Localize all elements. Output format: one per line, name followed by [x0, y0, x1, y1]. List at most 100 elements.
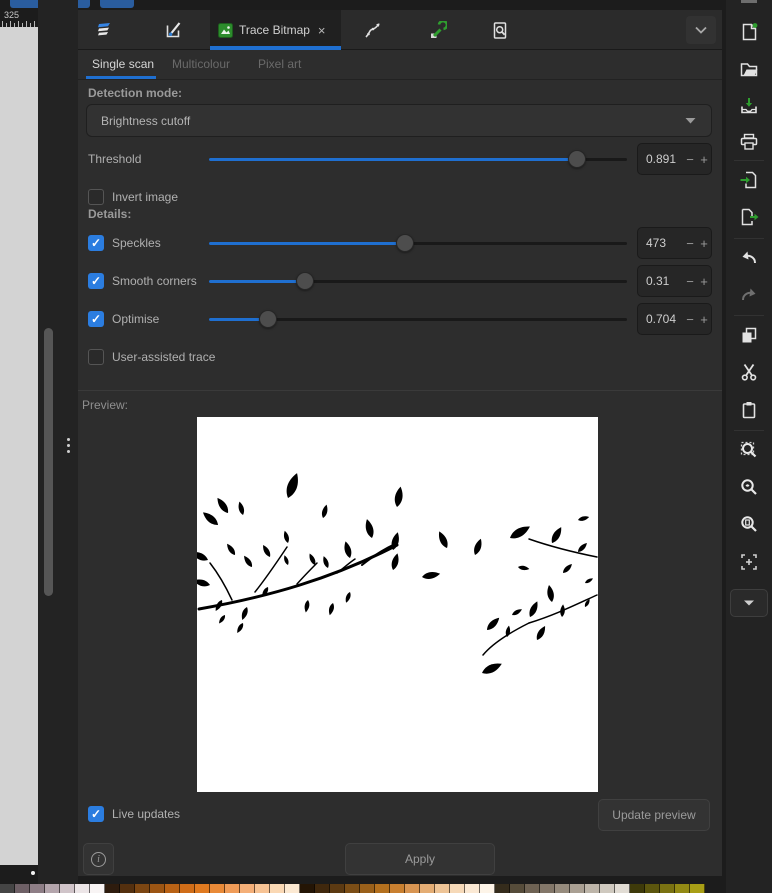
palette-swatch[interactable] — [225, 884, 240, 893]
palette-swatch[interactable] — [600, 884, 615, 893]
decrement-button[interactable]: − — [683, 274, 697, 289]
palette-swatch[interactable] — [645, 884, 660, 893]
dock-tab-overflow-button[interactable] — [686, 16, 716, 44]
palette-swatch[interactable] — [150, 884, 165, 893]
decrement-button[interactable]: − — [683, 236, 697, 251]
duplicate-icon[interactable] — [739, 325, 759, 345]
palette-swatch[interactable] — [330, 884, 345, 893]
update-preview-button[interactable]: Update preview — [598, 799, 710, 831]
palette-swatch[interactable] — [270, 884, 285, 893]
palette-swatch[interactable] — [135, 884, 150, 893]
toolbar-overflow-button[interactable] — [730, 589, 768, 617]
tab-path-effects[interactable] — [340, 10, 404, 50]
user-assisted-checkbox[interactable]: ✓ — [88, 349, 104, 365]
palette-swatch[interactable] — [30, 884, 45, 893]
palette-swatch[interactable] — [480, 884, 495, 893]
palette-swatch[interactable] — [465, 884, 480, 893]
redo-icon[interactable] — [739, 285, 759, 305]
slider-thumb[interactable] — [258, 310, 277, 328]
smooth-corners-checkbox[interactable]: ✓ — [88, 273, 104, 289]
palette-swatch[interactable] — [375, 884, 390, 893]
palette-swatch[interactable] — [300, 884, 315, 893]
smooth-corners-slider[interactable] — [209, 265, 627, 297]
palette-swatch[interactable] — [345, 884, 360, 893]
palette-swatch[interactable] — [570, 884, 585, 893]
cut-icon[interactable] — [739, 362, 759, 382]
tab-single-scan[interactable]: Single scan — [92, 57, 154, 71]
tab-multicolour[interactable]: Multicolour — [172, 57, 230, 71]
zoom-page-icon[interactable] — [739, 515, 759, 535]
palette-swatch[interactable] — [90, 884, 105, 893]
palette-swatch[interactable] — [15, 884, 30, 893]
palette-swatch[interactable] — [630, 884, 645, 893]
toolbar-button-stub[interactable] — [100, 0, 134, 8]
tab-pixel-art[interactable]: Pixel art — [258, 57, 301, 71]
palette-swatch[interactable] — [405, 884, 420, 893]
smooth-corners-value[interactable]: 0.31 — [638, 274, 683, 288]
palette-swatch[interactable] — [450, 884, 465, 893]
live-updates-checkbox[interactable]: ✓ — [88, 806, 104, 822]
zoom-center-page-icon[interactable] — [739, 552, 759, 572]
threshold-value[interactable]: 0.891 — [638, 152, 683, 166]
palette-swatch[interactable] — [105, 884, 120, 893]
paste-icon[interactable] — [739, 400, 759, 420]
palette-swatch[interactable] — [120, 884, 135, 893]
tab-object-properties[interactable] — [142, 10, 206, 50]
threshold-slider[interactable] — [209, 143, 627, 175]
palette-swatch[interactable] — [0, 884, 15, 893]
zoom-drawing-icon[interactable] — [739, 478, 759, 498]
palette-swatch[interactable] — [420, 884, 435, 893]
palette-swatch[interactable] — [360, 884, 375, 893]
palette-swatch[interactable] — [615, 884, 630, 893]
apply-button[interactable]: Apply — [345, 843, 495, 875]
increment-button[interactable]: + — [697, 312, 711, 327]
tab-objects[interactable] — [72, 10, 136, 50]
palette-swatch[interactable] — [195, 884, 210, 893]
undo-icon[interactable] — [739, 248, 759, 268]
speckles-slider[interactable] — [209, 227, 627, 259]
palette-swatch[interactable] — [315, 884, 330, 893]
optimise-value[interactable]: 0.704 — [638, 312, 683, 326]
save-document-icon[interactable] — [739, 96, 759, 116]
palette-swatch[interactable] — [675, 884, 690, 893]
palette-swatch[interactable] — [45, 884, 60, 893]
palette-swatch[interactable] — [510, 884, 525, 893]
open-document-icon[interactable] — [739, 59, 759, 79]
palette-swatch[interactable] — [690, 884, 705, 893]
decrement-button[interactable]: − — [683, 152, 697, 167]
vertical-scrollbar[interactable] — [44, 328, 53, 596]
slider-thumb[interactable] — [567, 150, 586, 168]
palette-swatch[interactable] — [540, 884, 555, 893]
import-icon[interactable] — [739, 170, 759, 190]
zoom-selection-icon[interactable] — [739, 440, 759, 460]
document-canvas[interactable] — [0, 27, 38, 865]
print-icon[interactable] — [739, 132, 759, 152]
palette-swatch[interactable] — [435, 884, 450, 893]
export-icon[interactable] — [739, 207, 759, 227]
slider-thumb[interactable] — [396, 234, 415, 252]
palette-swatch[interactable] — [525, 884, 540, 893]
palette-swatch[interactable] — [285, 884, 300, 893]
palette-swatch[interactable] — [210, 884, 225, 893]
palette-swatch[interactable] — [555, 884, 570, 893]
info-button[interactable]: i — [83, 843, 114, 875]
speckles-value[interactable]: 473 — [638, 236, 683, 250]
palette-swatch[interactable] — [585, 884, 600, 893]
slider-thumb[interactable] — [296, 272, 315, 290]
decrement-button[interactable]: − — [683, 312, 697, 327]
palette-swatch[interactable] — [390, 884, 405, 893]
palette-swatch[interactable] — [240, 884, 255, 893]
increment-button[interactable]: + — [697, 274, 711, 289]
invert-image-checkbox[interactable]: ✓ — [88, 189, 104, 205]
speckles-checkbox[interactable]: ✓ — [88, 235, 104, 251]
optimise-slider[interactable] — [209, 303, 627, 335]
palette-swatch[interactable] — [495, 884, 510, 893]
detection-mode-dropdown[interactable]: Brightness cutoff — [86, 104, 712, 137]
palette-swatch[interactable] — [660, 884, 675, 893]
tab-find[interactable] — [468, 10, 532, 50]
increment-button[interactable]: + — [697, 152, 711, 167]
close-icon[interactable]: × — [318, 23, 326, 38]
palette-swatch[interactable] — [60, 884, 75, 893]
optimise-checkbox[interactable]: ✓ — [88, 311, 104, 327]
color-palette[interactable] — [0, 884, 705, 893]
